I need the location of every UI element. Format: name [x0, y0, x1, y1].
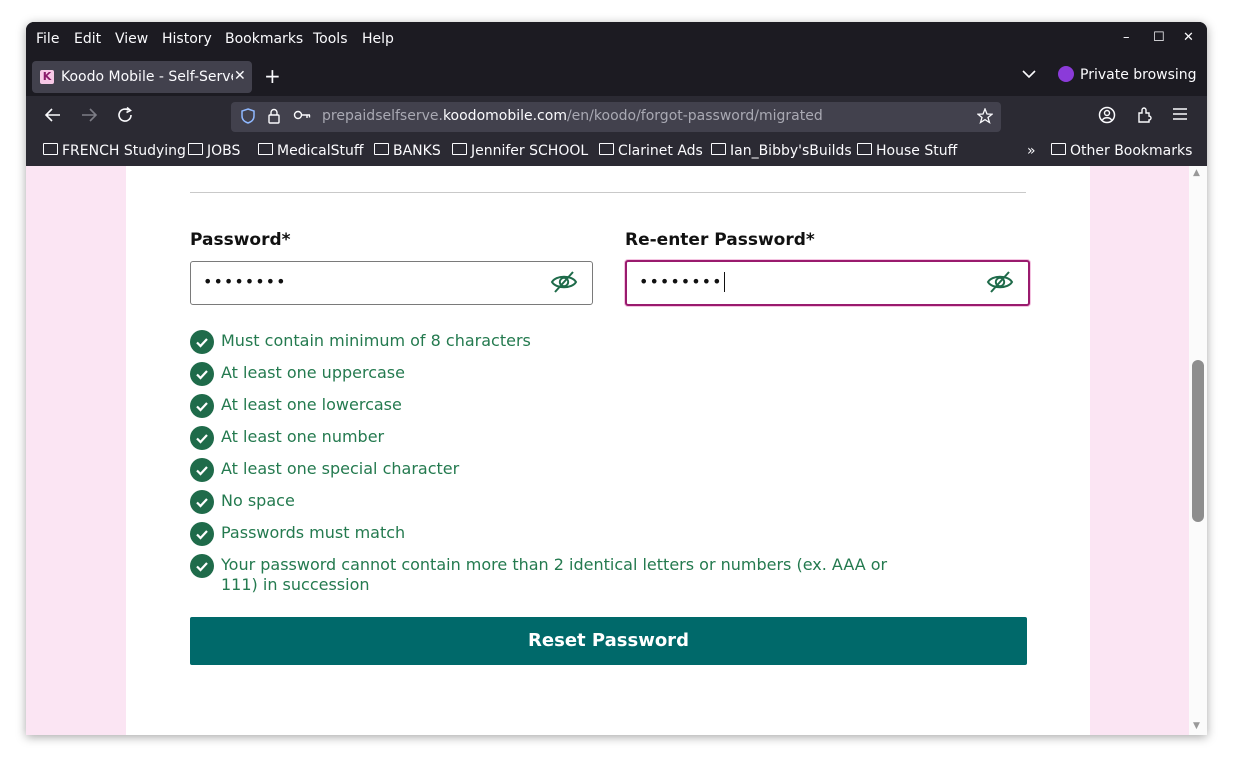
rule-text: At least one uppercase	[221, 363, 405, 382]
menu-view[interactable]: View	[115, 31, 148, 47]
rule-text: Must contain minimum of 8 characters	[221, 331, 531, 350]
other-bookmarks[interactable]: Other Bookmarks	[1051, 143, 1192, 159]
url-text[interactable]: prepaidselfserve.koodomobile.com/en/kood…	[322, 108, 823, 124]
minimize-button[interactable]: –	[1123, 30, 1130, 45]
menu-bookmarks[interactable]: Bookmarks	[225, 31, 303, 47]
toggle-password-visibility-icon[interactable]	[550, 270, 578, 294]
check-circle-icon	[190, 458, 214, 482]
folder-icon	[452, 143, 467, 155]
folder-icon	[43, 143, 58, 155]
bookmark-folder[interactable]: MedicalStuff	[258, 143, 364, 159]
maximize-button[interactable]: ☐	[1153, 30, 1165, 45]
reload-button[interactable]	[116, 106, 134, 129]
menu-edit[interactable]: Edit	[74, 31, 101, 47]
menu-file[interactable]: File	[36, 31, 59, 47]
private-browsing-indicator: Private browsing	[1058, 66, 1197, 83]
folder-icon	[1051, 143, 1066, 155]
bookmark-folder[interactable]: Jennifer SCHOOL	[452, 143, 588, 159]
folder-icon	[258, 143, 273, 155]
lock-icon[interactable]	[267, 108, 281, 128]
tab-title: Koodo Mobile - Self-Serve	[61, 69, 233, 85]
check-circle-icon	[190, 362, 214, 386]
toggle-reenter-visibility-icon[interactable]	[986, 270, 1014, 294]
reenter-password-input[interactable]: ••••••••	[625, 260, 1030, 306]
rule-text: Your password cannot contain more than 2…	[221, 555, 888, 594]
password-label: Password*	[190, 230, 291, 250]
private-browsing-label: Private browsing	[1080, 67, 1197, 83]
tab-close-icon[interactable]: ✕	[234, 68, 246, 84]
check-circle-icon	[190, 330, 214, 354]
password-value: ••••••••	[203, 272, 287, 291]
extensions-icon[interactable]	[1136, 106, 1154, 129]
menu-help[interactable]: Help	[362, 31, 394, 47]
reenter-password-label: Re-enter Password*	[625, 230, 815, 250]
check-circle-icon	[190, 394, 214, 418]
check-circle-icon	[190, 554, 214, 578]
bookmark-folder[interactable]: Ian_Bibby'sBuilds	[711, 143, 852, 159]
folder-icon	[374, 143, 389, 155]
bookmark-folder[interactable]: BANKS	[374, 143, 441, 159]
private-mask-icon	[1058, 66, 1074, 82]
list-all-tabs-icon[interactable]	[1022, 67, 1036, 83]
bookmark-folder[interactable]: House Stuff	[857, 143, 957, 159]
reenter-password-value: ••••••••	[639, 271, 725, 292]
folder-icon	[599, 143, 614, 155]
back-button[interactable]	[44, 106, 62, 129]
bookmark-star-icon[interactable]	[976, 107, 994, 128]
scrollbar-thumb[interactable]	[1192, 360, 1204, 522]
close-window-button[interactable]: ✕	[1183, 30, 1194, 45]
check-circle-icon	[190, 426, 214, 450]
bookmarks-toolbar: FRENCH Studying JOBS MedicalStuff BANKS …	[26, 138, 1207, 166]
reset-password-button[interactable]: Reset Password	[190, 617, 1027, 665]
tab-bar: K Koodo Mobile - Self-Serve ✕ + Private …	[26, 58, 1207, 96]
menu-tools[interactable]: Tools	[313, 31, 348, 47]
account-icon[interactable]	[1098, 106, 1116, 129]
bookmark-folder[interactable]: JOBS	[188, 143, 240, 159]
tracking-protection-shield-icon[interactable]	[241, 108, 255, 128]
bookmark-folder[interactable]: Clarinet Ads	[599, 143, 703, 159]
menu-bar: File Edit View History Bookmarks Tools H…	[26, 22, 1207, 58]
bookmarks-overflow-icon[interactable]: »	[1027, 143, 1036, 159]
check-circle-icon	[190, 490, 214, 514]
forward-button[interactable]	[80, 106, 98, 129]
rule-text: Passwords must match	[221, 523, 406, 542]
menu-history[interactable]: History	[162, 31, 212, 47]
rule-text: No space	[221, 491, 295, 510]
new-tab-button[interactable]: +	[264, 64, 281, 88]
folder-icon	[188, 143, 203, 155]
folder-icon	[857, 143, 872, 155]
section-divider	[190, 192, 1026, 193]
folder-icon	[711, 143, 726, 155]
reset-password-card: Password* Re-enter Password* •••••••• ••…	[126, 166, 1090, 735]
koodo-favicon-icon: K	[40, 70, 54, 84]
rule-text: At least one number	[221, 427, 385, 446]
rule-text: At least one lowercase	[221, 395, 402, 414]
password-input[interactable]: ••••••••	[190, 261, 593, 305]
check-circle-icon	[190, 522, 214, 546]
address-bar[interactable]: prepaidselfserve.koodomobile.com/en/kood…	[231, 102, 1001, 132]
scroll-up-icon[interactable]: ▲	[1193, 168, 1200, 178]
rule-text: At least one special character	[221, 459, 460, 478]
key-icon[interactable]	[293, 108, 311, 126]
browser-window: File Edit View History Bookmarks Tools H…	[26, 22, 1207, 735]
navigation-toolbar: prepaidselfserve.koodomobile.com/en/kood…	[26, 96, 1207, 138]
page-scrollbar[interactable]: ▲ ▼	[1189, 166, 1207, 735]
app-menu-icon[interactable]	[1172, 106, 1188, 127]
tab-koodo[interactable]: K Koodo Mobile - Self-Serve ✕	[32, 61, 252, 93]
bookmark-folder[interactable]: FRENCH Studying	[43, 143, 186, 159]
page-viewport: Password* Re-enter Password* •••••••• ••…	[26, 166, 1189, 735]
scroll-down-icon[interactable]: ▼	[1193, 721, 1200, 731]
